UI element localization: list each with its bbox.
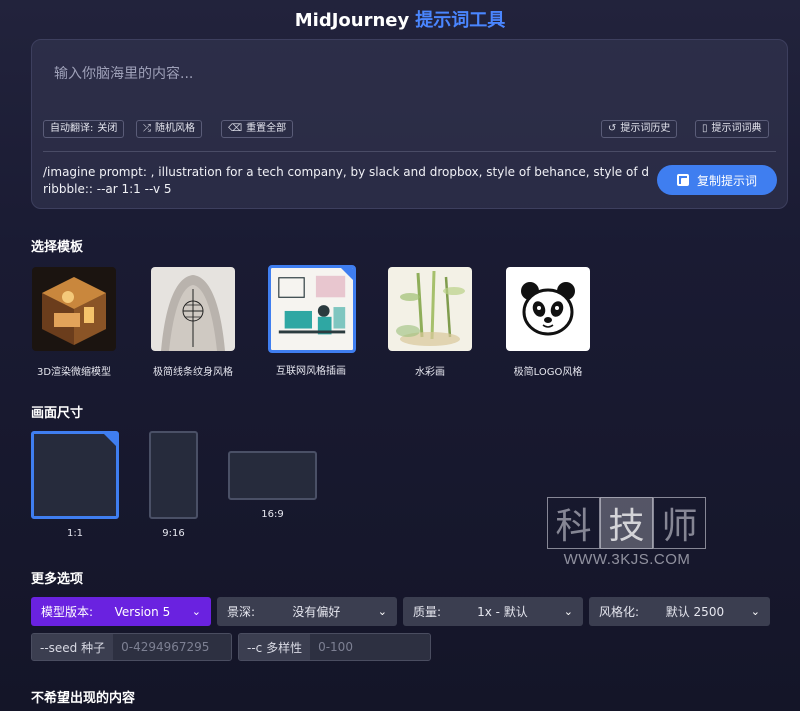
- template-line-tattoo[interactable]: 极简线条纹身风格: [150, 267, 236, 378]
- select-value: 没有偏好: [292, 605, 341, 619]
- negative-prompt-title: 不希望出现的内容: [31, 691, 136, 706]
- size-option-16-9[interactable]: 16:9: [228, 451, 317, 520]
- more-options-title: 更多选项: [31, 572, 84, 587]
- chevron-down-icon: ⌄: [563, 605, 573, 618]
- watermark-url: WWW.3KJS.COM: [563, 551, 691, 568]
- template-3d-miniature[interactable]: 3D渲染微缩模型: [31, 267, 117, 378]
- watermark-char: 师: [653, 497, 706, 549]
- size-label: 16:9: [261, 509, 284, 520]
- prompt-input[interactable]: [54, 66, 754, 82]
- select-label: 景深:: [227, 605, 256, 619]
- tattoo-back-icon: [151, 267, 235, 351]
- select-value: 1x - 默认: [477, 605, 528, 619]
- select-label: 风格化:: [599, 605, 640, 619]
- select-label: 质量:: [413, 605, 442, 619]
- dictionary-label: 提示词词典: [711, 123, 762, 134]
- bamboo-watercolor-icon: [388, 267, 472, 351]
- template-thumbnail: [388, 267, 472, 351]
- auto-translate-value: 关闭: [97, 123, 118, 134]
- eraser-icon: ⌫: [228, 123, 243, 134]
- copy-label: 复制提示词: [696, 173, 757, 188]
- select-value: 默认 2500: [665, 605, 725, 619]
- size-preview: [31, 431, 119, 519]
- history-button[interactable]: ↺ 提示词历史: [601, 120, 678, 138]
- chaos-field: --c 多样性: [238, 633, 431, 661]
- stylize-select[interactable]: 风格化: 默认 2500 ⌄: [589, 597, 770, 626]
- size-preview: [228, 451, 317, 500]
- select-label: 模型版本:: [41, 605, 94, 619]
- dictionary-button[interactable]: ▯ 提示词词典: [695, 120, 769, 138]
- generated-prompt-text: /imagine prompt: , illustration for a te…: [43, 165, 649, 196]
- random-style-label: 随机风格: [155, 123, 195, 134]
- template-label: 极简LOGO风格: [513, 367, 583, 378]
- random-style-button[interactable]: ⤮ 随机风格: [136, 120, 202, 138]
- book-icon: ▯: [702, 123, 708, 134]
- chaos-label: --c 多样性: [239, 634, 311, 660]
- select-value: Version 5: [114, 604, 171, 619]
- page-title: MidJourney 提示词工具: [0, 6, 800, 32]
- template-label: 极简线条纹身风格: [153, 367, 233, 378]
- template-thumbnail: [151, 267, 235, 351]
- site-watermark: 科 技 师 WWW.3KJS.COM: [547, 497, 707, 568]
- seed-input[interactable]: [113, 634, 231, 660]
- template-label: 互联网风格插画: [276, 366, 346, 377]
- title-brand: MidJourney: [294, 10, 410, 31]
- template-label: 3D渲染微缩模型: [36, 367, 112, 378]
- size-option-1-1[interactable]: 1:1: [31, 431, 119, 539]
- reset-label: 重置全部: [246, 123, 287, 134]
- watermark-char: 技: [600, 497, 653, 549]
- prompt-panel: 自动翻译: 关闭 ⤮ 随机风格 ⌫ 重置全部 ↺ 提示词历史 ▯ 提示词词典 /…: [31, 39, 788, 209]
- copy-prompt-button[interactable]: 复制提示词: [657, 165, 777, 195]
- panda-icon: [506, 267, 590, 351]
- title-tool: 提示词工具: [415, 10, 506, 31]
- template-thumbnail: [506, 267, 590, 351]
- size-preview: [149, 431, 198, 519]
- size-option-9-16[interactable]: 9:16: [149, 431, 198, 539]
- model-version-select[interactable]: 模型版本: Version 5 ⌄: [31, 597, 211, 626]
- auto-translate-button[interactable]: 自动翻译: 关闭: [43, 120, 125, 138]
- history-icon: ↺: [608, 123, 617, 134]
- template-thumbnail: [268, 265, 356, 353]
- template-label: 水彩画: [415, 367, 445, 378]
- chevron-down-icon: ⌄: [377, 605, 387, 618]
- chevron-down-icon: ⌄: [191, 605, 201, 618]
- watermark-char: 科: [547, 497, 600, 549]
- auto-translate-label: 自动翻译:: [50, 123, 94, 134]
- size-label: 1:1: [66, 528, 84, 539]
- template-internet-illustration[interactable]: 互联网风格插画: [268, 265, 356, 377]
- quality-select[interactable]: 质量: 1x - 默认 ⌄: [403, 597, 583, 626]
- chaos-input[interactable]: [310, 634, 430, 660]
- template-watercolor[interactable]: 水彩画: [387, 267, 473, 378]
- chevron-down-icon: ⌄: [750, 605, 760, 618]
- copy-icon: [676, 174, 689, 186]
- history-label: 提示词历史: [620, 123, 671, 134]
- room-illustration-icon: [32, 267, 116, 351]
- size-label: 9:16: [162, 528, 185, 539]
- template-minimal-logo[interactable]: 极简LOGO风格: [505, 267, 591, 378]
- shuffle-icon: ⤮: [143, 123, 151, 134]
- reset-all-button[interactable]: ⌫ 重置全部: [221, 120, 294, 138]
- office-illustration-icon: [271, 268, 353, 350]
- seed-field: --seed 种子: [31, 633, 232, 661]
- seed-label: --seed 种子: [32, 634, 114, 660]
- templates-title: 选择模板: [31, 240, 84, 255]
- depth-select[interactable]: 景深: 没有偏好 ⌄: [217, 597, 397, 626]
- prompt-divider: [43, 151, 776, 152]
- template-thumbnail: [32, 267, 116, 351]
- sizes-title: 画面尺寸: [31, 406, 84, 421]
